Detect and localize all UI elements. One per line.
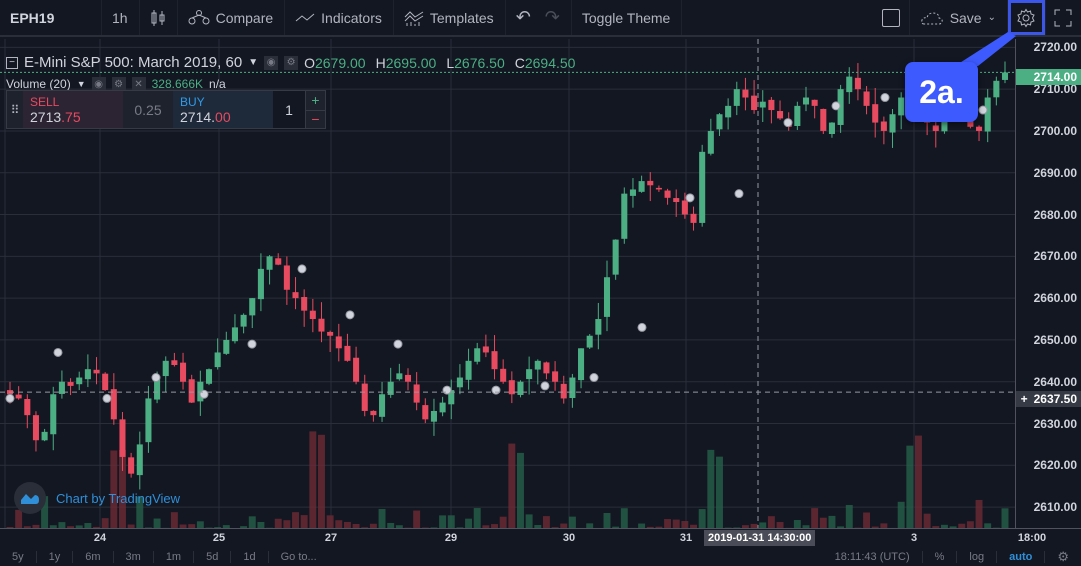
step-callout: 2a. <box>905 62 978 122</box>
